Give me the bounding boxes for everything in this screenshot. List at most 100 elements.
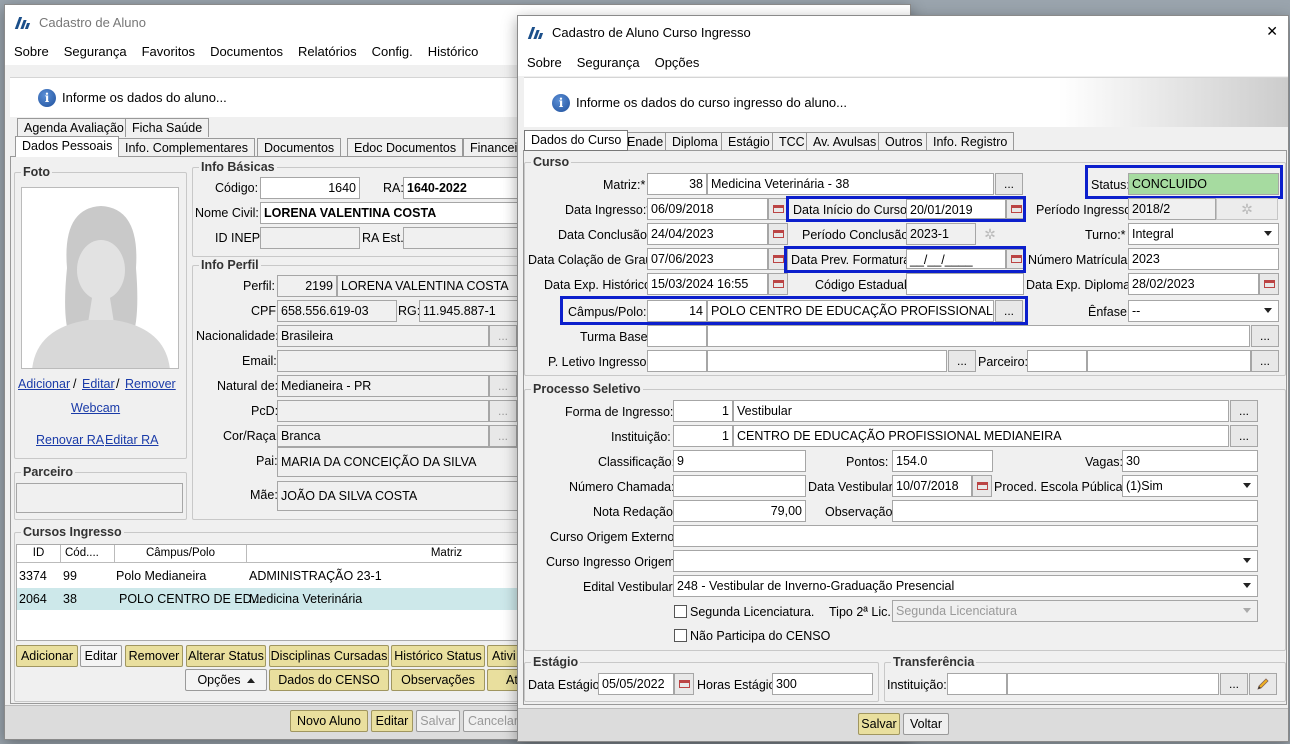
instituicao-lookup-button[interactable]: ... (1230, 425, 1258, 447)
back-salvar-button[interactable]: Salvar (416, 710, 460, 732)
menu-favoritos[interactable]: Favoritos (142, 44, 195, 59)
tab-edoc-documentos[interactable]: Edoc Documentos (347, 138, 464, 157)
salvar-button[interactable]: Salvar (858, 713, 900, 735)
transferencia-instituicao-id-field[interactable] (947, 673, 1007, 695)
numero-matricula-field[interactable]: 2023 (1128, 248, 1279, 270)
tab-estagio[interactable]: Estágio (721, 132, 777, 151)
data-exp-historico-calendar-icon[interactable] (768, 273, 788, 295)
matriz-lookup-button[interactable]: ... (995, 173, 1023, 195)
back-cancelar-button[interactable]: Cancelar (463, 710, 523, 732)
data-inicio-calendar-icon[interactable] (1006, 199, 1026, 219)
tab-documentos[interactable]: Documentos (257, 138, 342, 157)
data-inicio-field[interactable]: 20/01/2019 (906, 199, 1006, 219)
instituicao-field[interactable]: CENTRO DE EDUCAÇÃO PROFISSIONAL MEDIANEI… (733, 425, 1229, 447)
nacionalidade-field[interactable]: Brasileira (277, 325, 489, 347)
front-menu-seguranca[interactable]: Segurança (577, 55, 640, 70)
data-ingresso-calendar-icon[interactable] (768, 198, 788, 220)
matriz-id-field[interactable]: 38 (647, 173, 707, 195)
perfil-nome-field[interactable]: LORENA VALENTINA COSTA (337, 275, 522, 297)
status-field[interactable]: CONCLUIDO (1128, 173, 1279, 195)
back-editar-button[interactable]: Editar (371, 710, 413, 732)
parceiro-id-field[interactable] (1027, 350, 1087, 372)
natural-lookup-button[interactable]: ... (489, 375, 517, 397)
nacionalidade-lookup-button[interactable]: ... (489, 325, 517, 347)
foto-remover-link[interactable]: Remover (125, 377, 176, 391)
data-vestibular-field[interactable]: 10/07/2018 (892, 475, 972, 497)
data-prev-formatura-field[interactable]: __/__/____ (906, 249, 1006, 269)
menu-documentos[interactable]: Documentos (210, 44, 283, 59)
tab-outros[interactable]: Outros (878, 132, 930, 151)
tab-dados-pessoais[interactable]: Dados Pessoais (15, 136, 120, 157)
tab-agenda-avaliacao[interactable]: Agenda Avaliação (17, 118, 131, 137)
numero-chamada-field[interactable] (673, 475, 806, 497)
data-conclusao-field[interactable]: 24/04/2023 (647, 223, 768, 245)
menu-historico[interactable]: Histórico (428, 44, 479, 59)
periodo-ingresso-field[interactable]: 2018/2 (1128, 198, 1216, 220)
curso-ingresso-origem-select[interactable] (673, 550, 1258, 572)
instituicao-id-field[interactable]: 1 (673, 425, 733, 447)
cursos-editar-button[interactable]: Editar (80, 645, 122, 667)
mae-field[interactable]: JOÃO DA SILVA COSTA (277, 481, 522, 511)
transferencia-lookup-button[interactable]: ... (1220, 673, 1248, 695)
data-estagio-calendar-icon[interactable] (674, 673, 694, 695)
campus-polo-field[interactable]: POLO CENTRO DE EDUCAÇÃO PROFISSIONAL MED… (707, 300, 994, 322)
tab-av-avulsas[interactable]: Av. Avulsas (806, 132, 884, 151)
turma-base-lookup-button[interactable]: ... (1251, 325, 1279, 347)
historico-status-button[interactable]: Histórico Status (391, 645, 485, 667)
p-letivo-field[interactable] (707, 350, 947, 372)
opcoes-button[interactable]: Opções (185, 669, 267, 691)
front-menu-sobre[interactable]: Sobre (527, 55, 562, 70)
edit-pencil-icon[interactable] (1249, 673, 1277, 695)
matriz-field[interactable]: Medicina Veterinária - 38 (707, 173, 994, 195)
classificacao-field[interactable]: 9 (673, 450, 806, 472)
data-vestibular-calendar-icon[interactable] (972, 475, 992, 497)
data-exp-diploma-field[interactable]: 28/02/2023 (1128, 273, 1259, 295)
vagas-field[interactable]: 30 (1122, 450, 1258, 472)
renovar-ra-link[interactable]: Renovar RA (36, 433, 104, 447)
periodo-conclusao-field[interactable]: 2023-1 (906, 223, 976, 245)
enfase-select[interactable]: -- (1128, 300, 1279, 322)
data-ingresso-field[interactable]: 06/09/2018 (647, 198, 768, 220)
tipo-2-lic-select[interactable]: Segunda Licenciatura (892, 600, 1258, 622)
ra-est-field[interactable] (403, 227, 521, 249)
transferencia-instituicao-field[interactable] (1007, 673, 1219, 695)
tab-info-registro[interactable]: Info. Registro (926, 132, 1015, 151)
foto-editar-link[interactable]: Editar (82, 377, 115, 391)
id-inep-field[interactable] (260, 227, 360, 249)
observacoes-button[interactable]: Observações (391, 669, 485, 691)
cor-raca-field[interactable]: Branca (277, 425, 489, 447)
proced-escola-select[interactable]: (1)Sim (1122, 475, 1258, 497)
cor-raca-lookup-button[interactable]: ... (489, 425, 517, 447)
rg-field[interactable]: 11.945.887-1 (419, 300, 522, 322)
natural-field[interactable]: Medianeira - PR (277, 375, 489, 397)
novo-aluno-button[interactable]: Novo Aluno (290, 710, 368, 732)
menu-seguranca[interactable]: Segurança (64, 44, 127, 59)
data-estagio-field[interactable]: 05/05/2022 (598, 673, 674, 695)
data-prev-calendar-icon[interactable] (1006, 249, 1026, 269)
p-letivo-lookup-button[interactable]: ... (948, 350, 976, 372)
close-icon[interactable]: ✕ (1266, 23, 1278, 40)
email-field[interactable] (277, 350, 522, 372)
pai-field[interactable]: MARIA DA CONCEIÇÃO DA SILVA (277, 447, 522, 477)
p-letivo-id-field[interactable] (647, 350, 707, 372)
periodo-conclusao-gear-icon[interactable]: ✲ (976, 223, 1004, 245)
data-colacao-field[interactable]: 07/06/2023 (647, 248, 768, 270)
voltar-button[interactable]: Voltar (903, 713, 949, 735)
tab-dados-do-curso[interactable]: Dados do Curso (524, 130, 629, 151)
menu-relatorios[interactable]: Relatórios (298, 44, 357, 59)
data-conclusao-calendar-icon[interactable] (768, 223, 788, 245)
forma-ingresso-id-field[interactable]: 1 (673, 400, 733, 422)
table-row-selected[interactable]: 2064 38 POLO CENTRO DE ED... Medicina Ve… (17, 588, 521, 610)
pcd-field[interactable] (277, 400, 489, 422)
dados-censo-button[interactable]: Dados do CENSO (269, 669, 389, 691)
campus-polo-lookup-button[interactable]: ... (995, 300, 1023, 322)
alterar-status-button[interactable]: Alterar Status (186, 645, 266, 667)
data-exp-diploma-calendar-icon[interactable] (1259, 273, 1279, 295)
curso-origem-externo-field[interactable] (673, 525, 1258, 547)
turma-base-field[interactable] (707, 325, 1250, 347)
segunda-licenciatura-checkbox[interactable] (674, 605, 687, 618)
menu-sobre[interactable]: Sobre (14, 44, 49, 59)
front-menu-opcoes[interactable]: Opções (655, 55, 700, 70)
forma-ingresso-field[interactable]: Vestibular (733, 400, 1229, 422)
tab-ficha-saude[interactable]: Ficha Saúde (125, 118, 210, 137)
